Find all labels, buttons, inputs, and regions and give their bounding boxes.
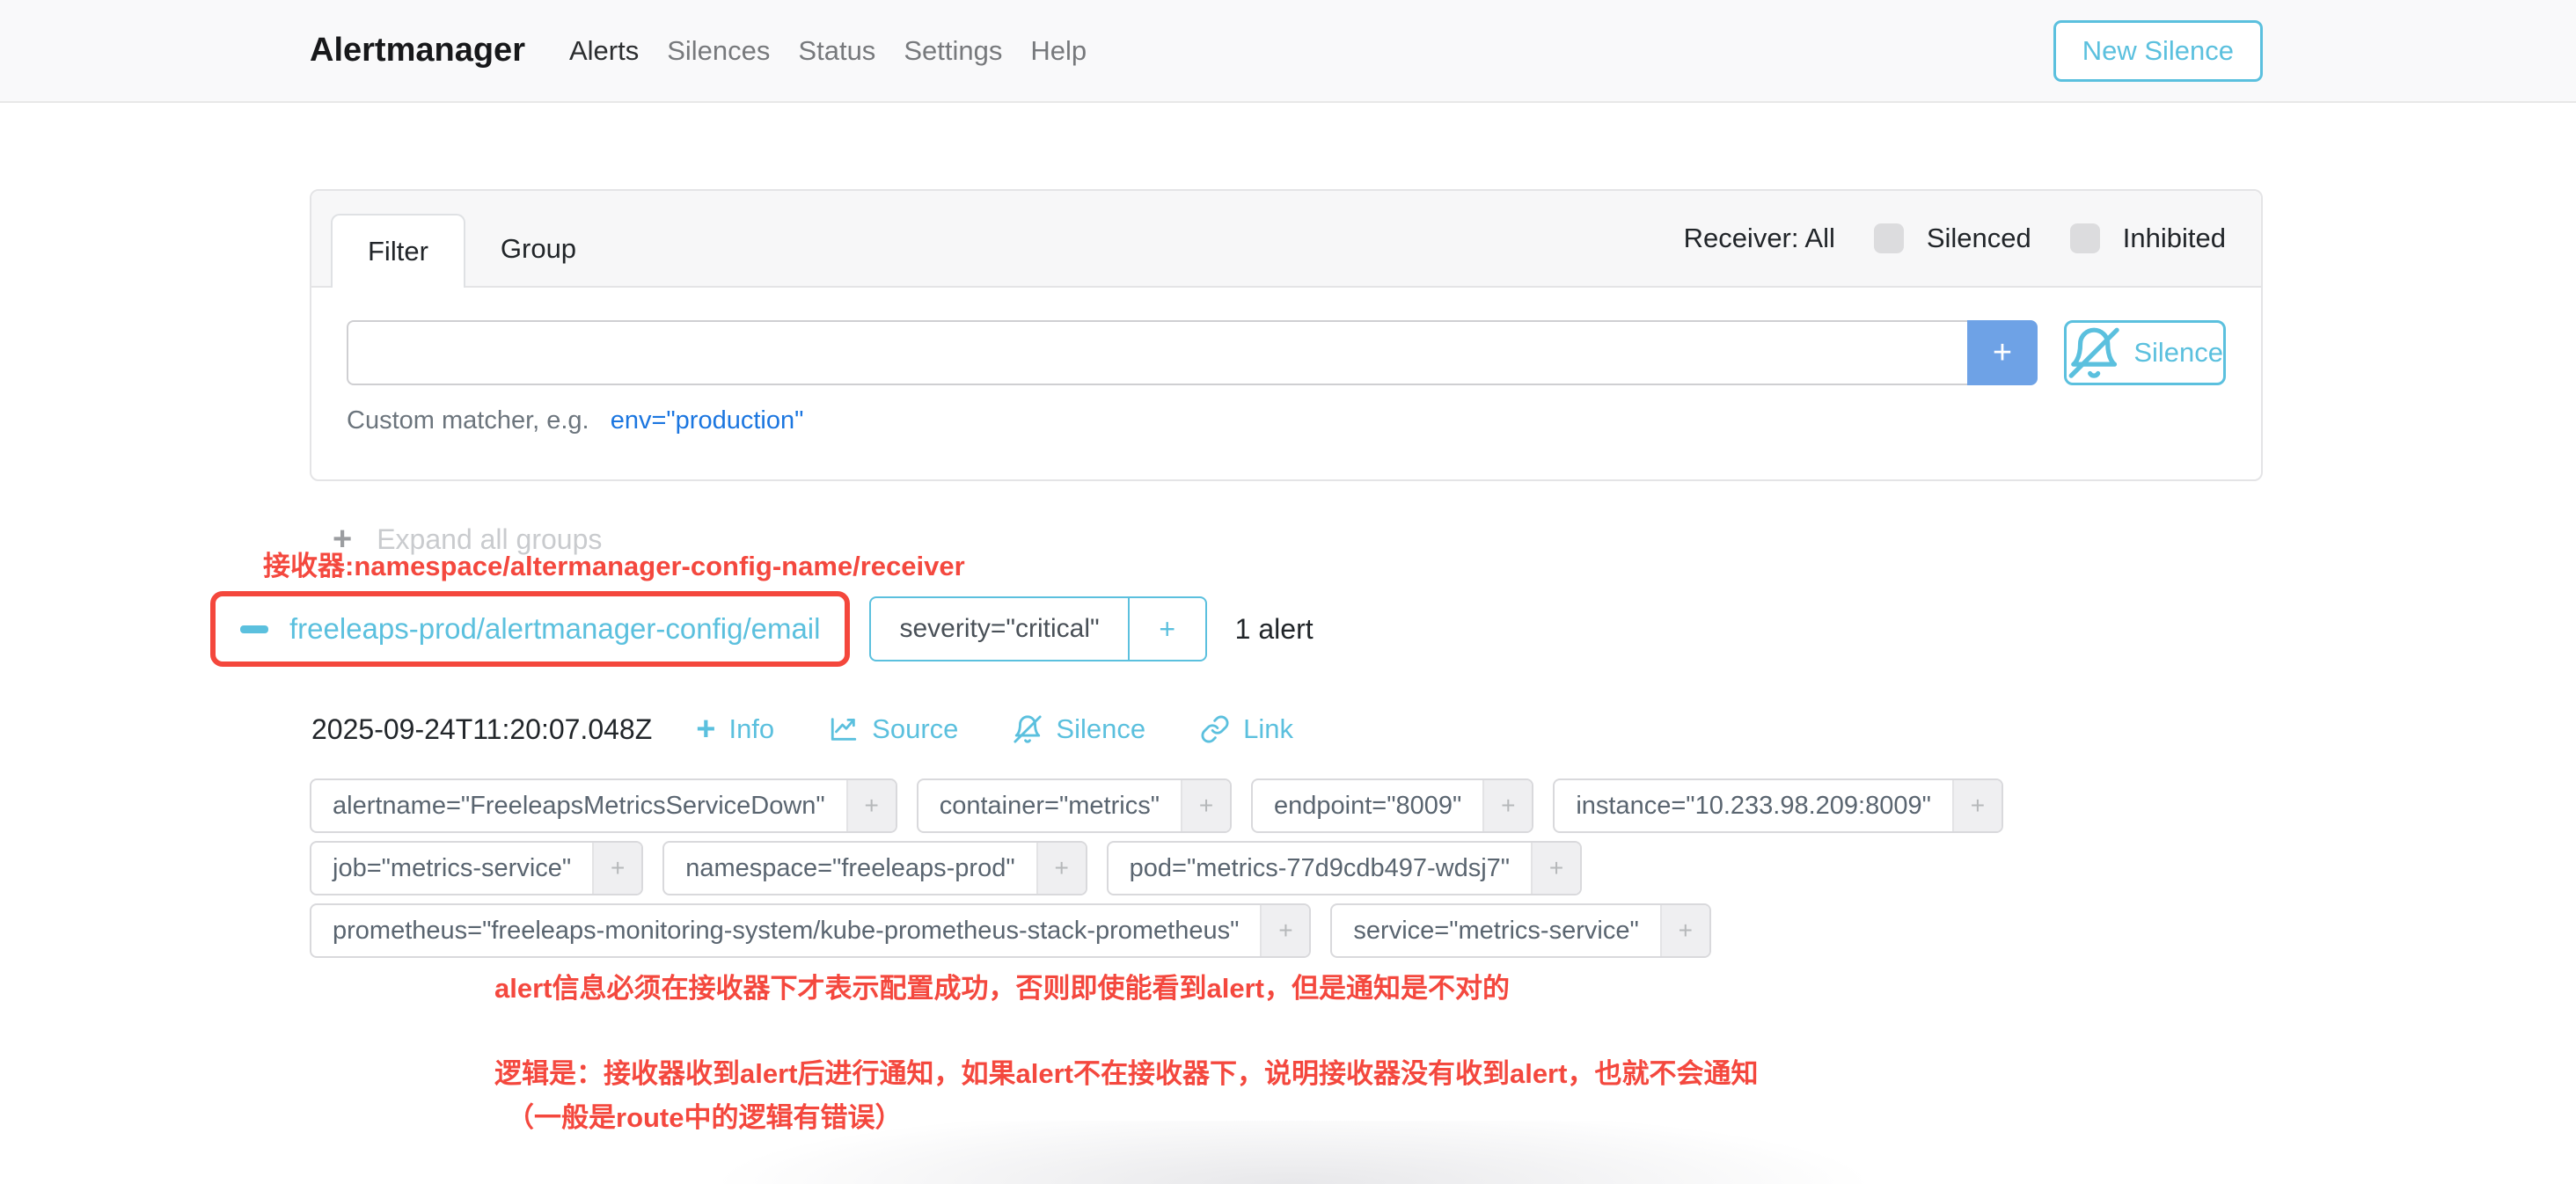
- inhibited-checkbox-group[interactable]: Inhibited: [2070, 223, 2226, 254]
- group-matcher-plus-button[interactable]: +: [1128, 598, 1205, 660]
- label-text: pod="metrics-77d9cdb497-wdsj7": [1109, 843, 1531, 894]
- label-add-filter-button[interactable]: +: [1482, 780, 1532, 831]
- hint-example-link[interactable]: env="production": [611, 406, 804, 435]
- nav-item-silences[interactable]: Silences: [667, 35, 770, 67]
- group-matcher-tag: severity="critical" +: [869, 596, 1206, 661]
- label-text: endpoint="8009": [1253, 780, 1482, 831]
- label-text: container="metrics": [918, 780, 1181, 831]
- new-silence-button[interactable]: New Silence: [2053, 20, 2263, 82]
- add-matcher-button[interactable]: +: [1967, 320, 2038, 385]
- alert-group-row: freeleaps-prod/alertmanager-config/email…: [210, 591, 1314, 667]
- label-add-filter-button[interactable]: +: [1660, 905, 1709, 956]
- label-tag: service="metrics-service" +: [1330, 903, 1710, 958]
- filter-card: Filter Group Receiver: All Silenced Inhi…: [310, 189, 2263, 481]
- nav-item-settings[interactable]: Settings: [904, 35, 1002, 67]
- link-button[interactable]: Link: [1200, 713, 1293, 745]
- label-add-filter-button[interactable]: +: [1952, 780, 2002, 831]
- matcher-row: + Silence: [347, 320, 2226, 385]
- label-text: job="metrics-service": [311, 843, 592, 894]
- info-button[interactable]: + Info: [696, 713, 774, 746]
- silenced-label: Silenced: [1927, 223, 2031, 254]
- silenced-checkbox-group[interactable]: Silenced: [1874, 223, 2031, 254]
- label-text: prometheus="freeleaps-monitoring-system/…: [311, 905, 1260, 956]
- receiver-dropdown[interactable]: Receiver: All: [1684, 223, 1835, 254]
- label-tag: instance="10.233.98.209:8009" +: [1553, 778, 2003, 833]
- silence-filter-label: Silence: [2133, 337, 2223, 369]
- alert-count: 1 alert: [1235, 613, 1314, 646]
- chart-line-icon: [829, 714, 859, 744]
- alert-detail-row: 2025-09-24T11:20:07.048Z + Info Source S…: [311, 713, 1348, 746]
- silenced-checkbox[interactable]: [1874, 223, 1904, 253]
- bell-slash-icon: [1013, 714, 1043, 744]
- hint-text: Custom matcher, e.g.: [347, 406, 589, 435]
- tab-filter[interactable]: Filter: [331, 214, 465, 288]
- label-text: service="metrics-service": [1332, 905, 1659, 956]
- inhibited-label: Inhibited: [2123, 223, 2226, 254]
- filter-options: Receiver: All Silenced Inhibited: [1684, 223, 2226, 254]
- silence-alert-button[interactable]: Silence: [1013, 713, 1145, 745]
- top-navbar: Alertmanager Alerts Silences Status Sett…: [0, 0, 2576, 103]
- label-tag: alertname="FreeleapsMetricsServiceDown" …: [310, 778, 897, 833]
- group-matcher-label: severity="critical": [871, 598, 1127, 660]
- label-add-filter-button[interactable]: +: [1531, 843, 1580, 894]
- matcher-hint: Custom matcher, e.g. env="production": [347, 406, 2226, 435]
- label-tag: namespace="freeleaps-prod" +: [662, 841, 1087, 895]
- label-add-filter-button[interactable]: +: [1181, 780, 1230, 831]
- label-add-filter-button[interactable]: +: [592, 843, 641, 894]
- annotation-alert-note: alert信息必须在接收器下才表示配置成功，否则即使能看到alert，但是通知是…: [494, 966, 1510, 1005]
- filter-card-header: Filter Group Receiver: All Silenced Inhi…: [311, 191, 2261, 288]
- label-row: alertname="FreeleapsMetricsServiceDown" …: [310, 778, 2003, 833]
- nav-links: Alerts Silences Status Settings Help: [569, 35, 1087, 67]
- bottom-shadow: [563, 1121, 2023, 1184]
- nav-item-alerts[interactable]: Alerts: [569, 35, 639, 67]
- tab-group[interactable]: Group: [465, 212, 611, 286]
- alertmanager-page: Alertmanager Alerts Silences Status Sett…: [0, 0, 2576, 1184]
- label-row: job="metrics-service" + namespace="freel…: [310, 841, 2003, 895]
- silence-alert-label: Silence: [1056, 713, 1145, 745]
- info-label: Info: [728, 713, 774, 745]
- label-add-filter-button[interactable]: +: [1260, 905, 1309, 956]
- label-text: instance="10.233.98.209:8009": [1555, 780, 1952, 831]
- label-tag: container="metrics" +: [917, 778, 1232, 833]
- label-text: namespace="freeleaps-prod": [664, 843, 1036, 894]
- label-tag: job="metrics-service" +: [310, 841, 643, 895]
- matcher-input[interactable]: [347, 320, 1967, 385]
- group-receiver-link[interactable]: freeleaps-prod/alertmanager-config/email: [240, 612, 820, 646]
- plus-icon: +: [696, 713, 715, 746]
- nav-item-status[interactable]: Status: [798, 35, 875, 67]
- annotation-red-box: freeleaps-prod/alertmanager-config/email: [210, 591, 850, 667]
- collapse-minus-icon: [240, 625, 268, 633]
- link-icon: [1200, 714, 1230, 744]
- label-text: alertname="FreeleapsMetricsServiceDown": [311, 780, 846, 831]
- label-tag: prometheus="freeleaps-monitoring-system/…: [310, 903, 1311, 958]
- label-add-filter-button[interactable]: +: [1036, 843, 1086, 894]
- alert-labels: alertname="FreeleapsMetricsServiceDown" …: [310, 778, 2003, 966]
- label-tag: endpoint="8009" +: [1251, 778, 1533, 833]
- nav-item-help[interactable]: Help: [1030, 35, 1087, 67]
- group-receiver-label: freeleaps-prod/alertmanager-config/email: [289, 612, 820, 646]
- alert-timestamp: 2025-09-24T11:20:07.048Z: [311, 713, 652, 746]
- silence-filter-button[interactable]: Silence: [2064, 320, 2226, 385]
- label-tag: pod="metrics-77d9cdb497-wdsj7" +: [1107, 841, 1582, 895]
- inhibited-checkbox[interactable]: [2070, 223, 2100, 253]
- source-label: Source: [872, 713, 958, 745]
- annotation-receiver-note: 接收器:namespace/altermanager-config-name/r…: [263, 544, 965, 583]
- annotation-logic-line1: 逻辑是：接收器收到alert后进行通知，如果alert不在接收器下，说明接收器没…: [494, 1052, 1758, 1096]
- label-add-filter-button[interactable]: +: [846, 780, 896, 831]
- bell-slash-icon: [2067, 325, 2121, 380]
- link-label: Link: [1243, 713, 1293, 745]
- filter-card-body: + Silence Custom matcher, e.g. env="prod…: [311, 288, 2261, 479]
- label-row: prometheus="freeleaps-monitoring-system/…: [310, 903, 2003, 958]
- app-brand[interactable]: Alertmanager: [310, 32, 525, 69]
- source-button[interactable]: Source: [829, 713, 958, 745]
